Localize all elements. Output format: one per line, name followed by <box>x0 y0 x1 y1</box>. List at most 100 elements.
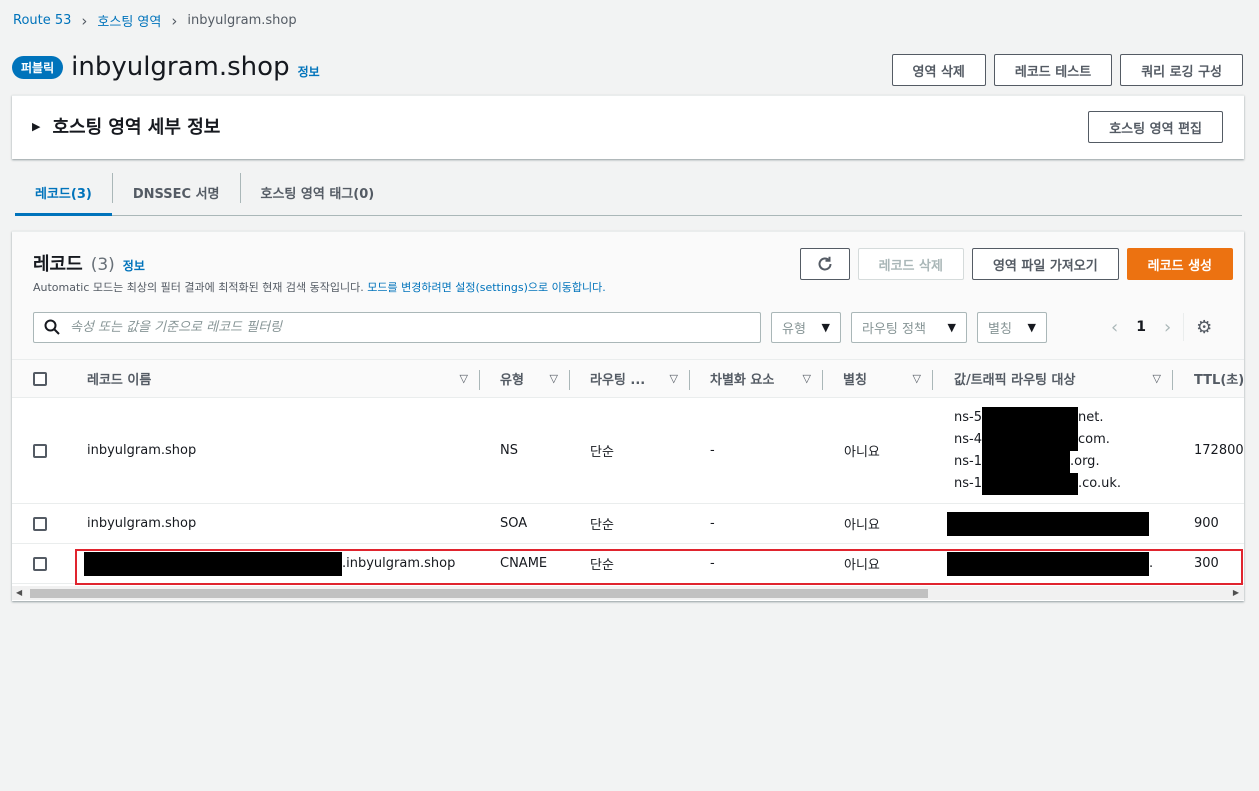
col-value[interactable]: 값/트래픽 라우팅 대상 ▽ <box>933 360 1173 397</box>
scroll-right-icon[interactable]: ▶ <box>1233 588 1239 597</box>
records-description: Automatic 모드는 최상의 필터 결과에 최적화된 현재 검색 동작입니… <box>33 279 606 295</box>
test-record-button[interactable]: 레코드 테스트 <box>993 54 1113 86</box>
record-name: .inbyulgram.shop <box>84 544 455 583</box>
refresh-icon <box>818 256 832 271</box>
scrollbar-thumb[interactable] <box>30 589 928 598</box>
record-ttl: 172800 <box>1194 443 1244 458</box>
select-all-checkbox[interactable] <box>33 371 47 386</box>
record-type: SOA <box>500 516 528 531</box>
routing-filter-label: 라우팅 정책 <box>862 321 926 337</box>
public-badge: 퍼블릭 <box>12 55 64 79</box>
records-title: 레코드 (3) 정보 <box>33 250 145 276</box>
value-line: ns-5 net. <box>954 406 1103 429</box>
col-type[interactable]: 유형 ▽ <box>480 360 570 397</box>
redacted-block <box>981 428 1078 451</box>
record-name: inbyulgram.shop <box>87 516 197 531</box>
col-alias[interactable]: 별칭 ▽ <box>823 360 933 397</box>
page-header: 퍼블릭 inbyulgram.shop 정보 <box>12 52 320 82</box>
alias-filter-label: 별칭 <box>988 321 1012 337</box>
records-table: 레코드 이름 ▽ 유형 ▽ 라우팅 ... ▽ 차별화 요소 ▽ 별칭 ▽ 값/트래픽 라… <box>12 360 1244 584</box>
select-all-cell <box>33 360 47 397</box>
sort-icon: ▽ <box>459 372 468 385</box>
filter-row: 유형 ▼ 라우팅 정책 ▼ 별칭 ▼ ‹ 1 › ⚙ <box>33 311 1233 343</box>
tab-bar: 레코드(3) DNSSEC 서명 호스팅 영역 태그(0) <box>15 170 1242 216</box>
sort-icon: ▽ <box>912 372 921 385</box>
details-expand-toggle[interactable]: ▶ 호스팅 영역 세부 정보 <box>32 113 220 139</box>
pagination: ‹ 1 › <box>1111 317 1171 338</box>
info-link[interactable]: 정보 <box>298 63 320 80</box>
page-number[interactable]: 1 <box>1136 319 1146 335</box>
sort-icon: ▽ <box>1152 372 1161 385</box>
alias-filter-select[interactable]: 별칭 ▼ <box>977 311 1047 343</box>
row-checkbox[interactable] <box>33 556 47 571</box>
caret-down-icon: ▼ <box>1027 320 1036 334</box>
table-row[interactable]: .inbyulgram.shop CNAME 단순 - 아니요 . 300 <box>12 544 1244 584</box>
redacted-block <box>981 450 1070 473</box>
type-filter-select[interactable]: 유형 ▼ <box>771 311 841 343</box>
next-page-icon[interactable]: › <box>1164 317 1171 338</box>
record-values: . <box>947 544 1153 583</box>
record-name: inbyulgram.shop <box>87 443 197 458</box>
import-zone-file-button[interactable]: 영역 파일 가져오기 <box>971 248 1119 280</box>
records-description-text: Automatic 모드는 최상의 필터 결과에 최적화된 현재 검색 동작입니… <box>33 281 368 294</box>
prev-page-icon[interactable]: ‹ <box>1111 317 1118 338</box>
records-panel: 레코드 (3) 정보 Automatic 모드는 최상의 필터 결과에 최적화된… <box>12 231 1244 601</box>
row-checkbox[interactable] <box>33 443 47 458</box>
caret-down-icon: ▼ <box>947 320 956 334</box>
page-title: inbyulgram.shop <box>71 52 290 82</box>
records-info-link[interactable]: 정보 <box>123 257 145 274</box>
search-box <box>33 311 761 343</box>
chevron-right-icon: › <box>81 11 88 30</box>
record-differentiator: - <box>710 556 715 571</box>
record-differentiator: - <box>710 516 715 531</box>
pagination-divider <box>1183 313 1185 341</box>
details-title: 호스팅 영역 세부 정보 <box>52 117 221 138</box>
sort-icon: ▽ <box>669 372 678 385</box>
delete-zone-button[interactable]: 영역 삭제 <box>891 54 986 86</box>
records-header: 레코드 (3) 정보 Automatic 모드는 최상의 필터 결과에 최적화된… <box>12 232 1244 360</box>
redacted-block <box>981 472 1078 495</box>
record-routing: 단순 <box>590 518 614 533</box>
col-differentiator[interactable]: 차별화 요소 ▽ <box>690 360 823 397</box>
tab-records[interactable]: 레코드(3) <box>15 170 112 216</box>
value-line: ns-4 com. <box>954 428 1110 451</box>
scroll-left-icon[interactable]: ◀ <box>16 588 22 597</box>
table-row[interactable]: inbyulgram.shop SOA 단순 - 아니요 900 <box>12 504 1244 544</box>
hosted-zone-details-panel: ▶ 호스팅 영역 세부 정보 호스팅 영역 편집 <box>12 95 1244 159</box>
breadcrumb-route53[interactable]: Route 53 <box>13 13 71 28</box>
col-routing[interactable]: 라우팅 ... ▽ <box>570 360 690 397</box>
col-ttl[interactable]: TTL(초) <box>1173 360 1244 397</box>
breadcrumb-current: inbyulgram.shop <box>187 13 297 28</box>
horizontal-scrollbar[interactable]: ◀ ▶ <box>12 586 1244 600</box>
settings-link[interactable]: 모드를 변경하려면 설정(settings)으로 이동합니다. <box>367 281 605 294</box>
chevron-right-icon: › <box>171 11 178 30</box>
gear-icon[interactable]: ⚙ <box>1196 317 1212 338</box>
query-logging-button[interactable]: 쿼리 로깅 구성 <box>1120 54 1243 86</box>
records-heading: 레코드 <box>33 254 83 275</box>
record-values: ns-5 net. ns-4 com. ns-1 .org. ns-1 .co.uk. <box>954 398 1121 503</box>
search-icon <box>44 319 60 335</box>
record-differentiator: - <box>710 443 715 458</box>
row-checkbox[interactable] <box>33 516 47 531</box>
record-alias: 아니요 <box>844 518 880 533</box>
create-record-button[interactable]: 레코드 생성 <box>1126 248 1233 280</box>
refresh-button[interactable] <box>799 248 850 280</box>
header-actions: 영역 삭제 레코드 테스트 쿼리 로깅 구성 <box>891 54 1243 86</box>
record-routing: 단순 <box>590 558 614 573</box>
search-input[interactable] <box>70 319 750 335</box>
redacted-block <box>947 551 1149 576</box>
col-record-name[interactable]: 레코드 이름 ▽ <box>75 360 480 397</box>
edit-hosted-zone-button[interactable]: 호스팅 영역 편집 <box>1088 111 1223 143</box>
redacted-block <box>981 406 1078 429</box>
breadcrumb-hosted-zones[interactable]: 호스팅 영역 <box>97 11 161 30</box>
sort-icon: ▽ <box>802 372 811 385</box>
redacted-block <box>84 551 342 576</box>
routing-filter-select[interactable]: 라우팅 정책 ▼ <box>851 311 967 343</box>
table-row[interactable]: inbyulgram.shop NS 단순 - 아니요 ns-5 net. ns-… <box>12 398 1244 504</box>
record-routing: 단순 <box>590 445 614 460</box>
caret-right-icon: ▶ <box>32 119 41 133</box>
tab-dnssec[interactable]: DNSSEC 서명 <box>113 170 240 215</box>
table-header: 레코드 이름 ▽ 유형 ▽ 라우팅 ... ▽ 차별화 요소 ▽ 별칭 ▽ 값/트래픽 라… <box>12 360 1244 398</box>
tab-tags[interactable]: 호스팅 영역 태그(0) <box>241 170 395 215</box>
delete-record-button[interactable]: 레코드 삭제 <box>857 248 964 280</box>
